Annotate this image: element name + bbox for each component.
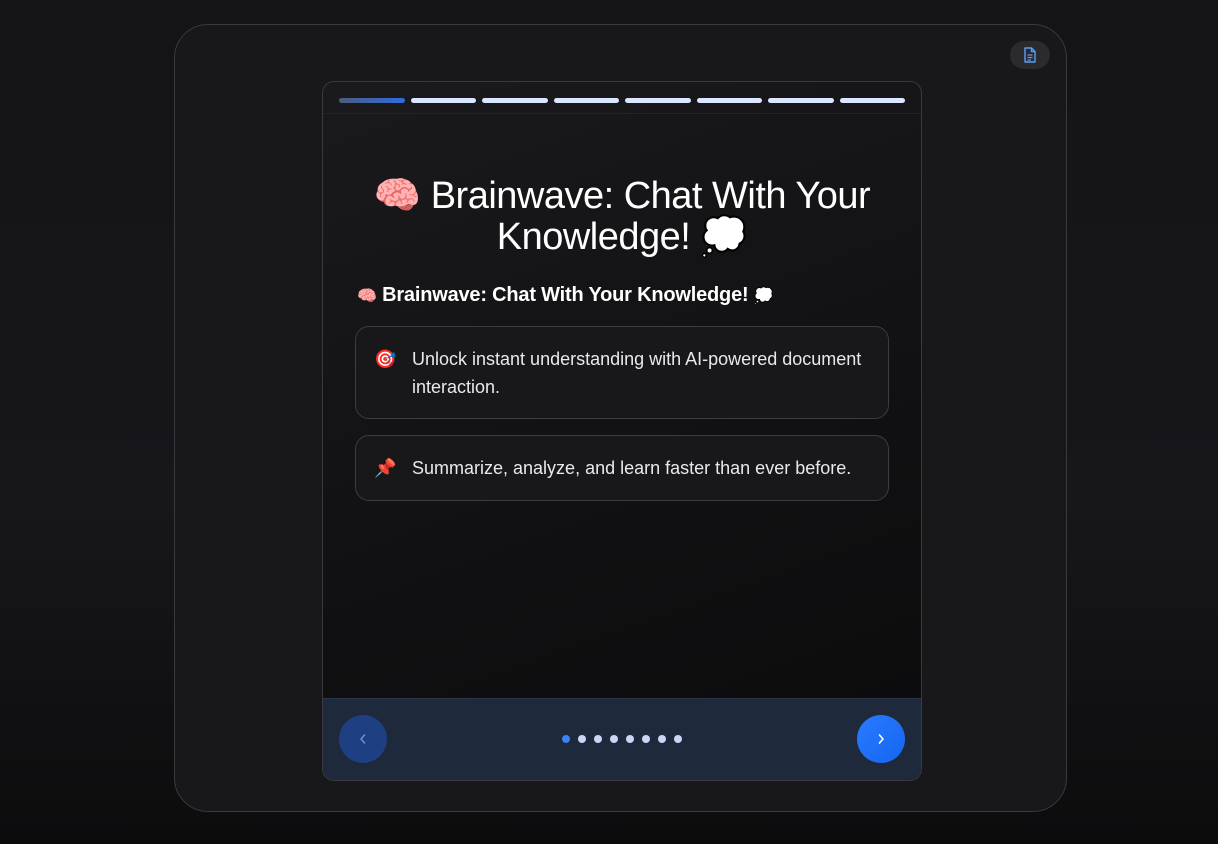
slide-dot[interactable] — [674, 735, 682, 743]
slide-dot[interactable] — [578, 735, 586, 743]
progress-segment — [839, 98, 905, 103]
slide-dot[interactable] — [594, 735, 602, 743]
thought-bubble-icon: 💭 — [753, 288, 774, 305]
progress-segment — [696, 98, 762, 103]
slide-indicator-dots — [323, 735, 921, 743]
slide-dot[interactable] — [562, 735, 570, 743]
brain-icon: 🧠 — [357, 288, 377, 305]
slide-title-text: Brainwave: Chat With Your Knowledge! — [430, 175, 871, 258]
target-icon: 🎯 — [374, 349, 397, 369]
slide-dot[interactable] — [610, 735, 618, 743]
thought-bubble-icon: 💭 — [700, 216, 748, 258]
document-button[interactable] — [1010, 41, 1050, 69]
bullet-point-card: 🎯 Unlock instant understanding with AI-p… — [355, 326, 889, 419]
presentation-frame: 🧠 Brainwave: Chat With Your Knowledge! 💭… — [174, 24, 1067, 812]
bullet-point-text: Unlock instant understanding with AI-pow… — [412, 349, 862, 397]
progress-segment — [339, 98, 405, 103]
slide-title: 🧠 Brainwave: Chat With Your Knowledge! 💭 — [353, 176, 891, 258]
slide-dot[interactable] — [658, 735, 666, 743]
progress-segment — [482, 98, 548, 103]
progress-segment — [410, 98, 476, 103]
slide-dot[interactable] — [642, 735, 650, 743]
brain-icon: 🧠 — [373, 175, 421, 217]
slide-card: 🧠 Brainwave: Chat With Your Knowledge! 💭… — [322, 81, 922, 781]
progress-segment — [553, 98, 619, 103]
bullet-point-card: 📌 Summarize, analyze, and learn faster t… — [355, 435, 889, 501]
next-slide-button[interactable] — [857, 715, 905, 763]
progress-segment — [625, 98, 691, 103]
chevron-right-icon — [878, 734, 884, 744]
pushpin-icon: 📌 — [374, 458, 397, 478]
slide-progress-bar — [339, 98, 905, 103]
slide-subtitle-text: Brainwave: Chat With Your Knowledge! — [382, 284, 749, 306]
bullet-point-text: Summarize, analyze, and learn faster tha… — [412, 458, 852, 478]
slide-subtitle: 🧠 Brainwave: Chat With Your Knowledge! 💭 — [357, 284, 774, 307]
slide-navigation-bar — [323, 698, 921, 780]
document-icon — [1024, 47, 1036, 63]
slide-dot[interactable] — [626, 735, 634, 743]
divider — [323, 113, 921, 114]
progress-segment — [768, 98, 834, 103]
